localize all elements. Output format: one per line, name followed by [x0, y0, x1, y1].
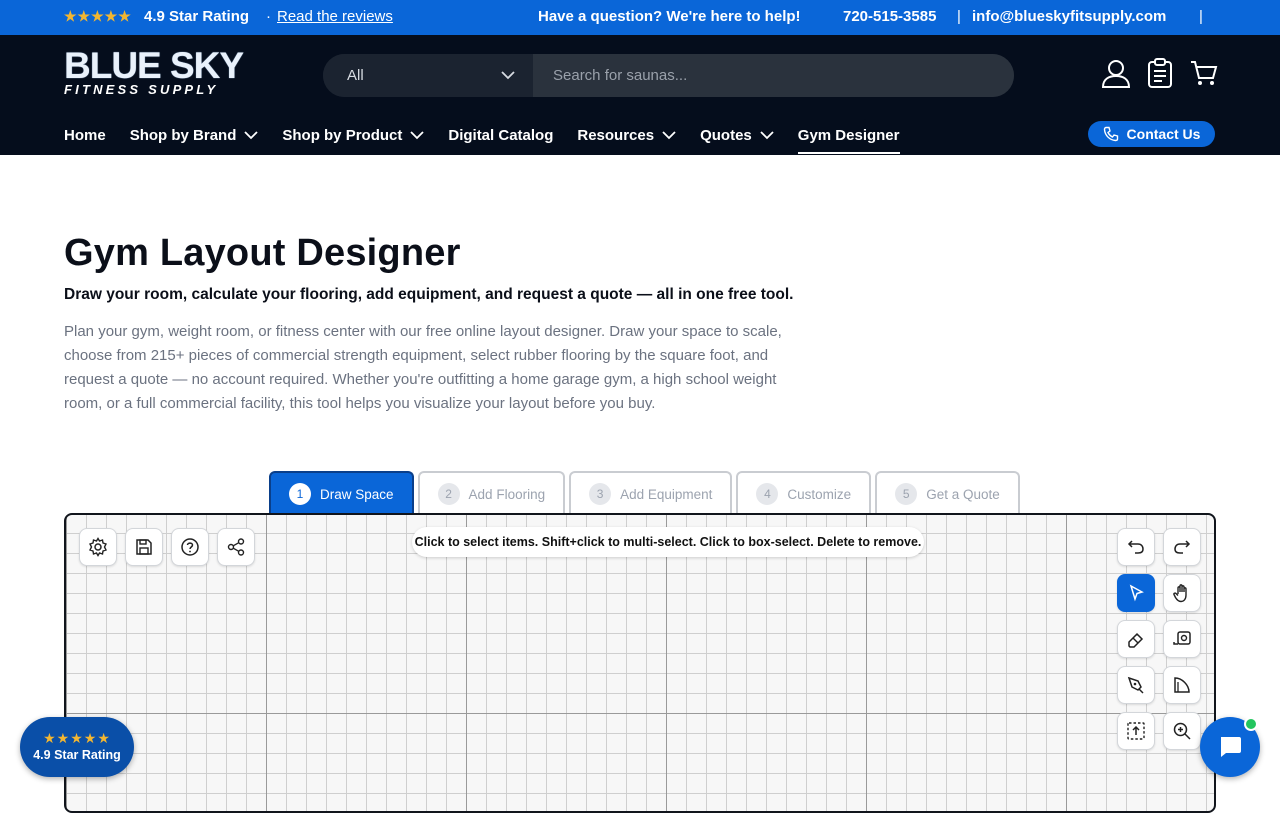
step-get-a-quote[interactable]: 5 Get a Quote	[875, 471, 1020, 515]
search-input[interactable]	[533, 54, 1014, 97]
zoom-in-button[interactable]	[1163, 712, 1201, 750]
tape-measure-icon	[1173, 631, 1191, 645]
divider: |	[957, 8, 961, 25]
eraser-icon	[1128, 632, 1144, 648]
rating-stars: ★★★★★	[64, 8, 132, 24]
step-label: Draw Space	[320, 486, 394, 502]
announcement-bar: ★★★★★ 4.9 Star Rating · Read the reviews…	[0, 0, 1280, 35]
step-customize[interactable]: 4 Customize	[736, 471, 872, 515]
nav-quotes[interactable]: Quotes	[700, 125, 774, 145]
tape-measure-tool-button[interactable]	[1163, 620, 1201, 658]
fit-view-icon	[1127, 722, 1145, 740]
step-add-flooring[interactable]: 2 Add Flooring	[417, 471, 566, 515]
email-link[interactable]: info@blueskyfitsupply.com	[972, 8, 1166, 25]
step-number: 5	[895, 483, 918, 505]
canvas-hint: Click to select items. Shift+click to mu…	[412, 527, 924, 557]
search-bar: All	[323, 54, 1014, 97]
pen-tool-button[interactable]	[1117, 666, 1155, 704]
help-text: Have a question? We're here to help!	[538, 8, 801, 25]
rating-text: 4.9 Star Rating	[144, 8, 250, 25]
badge-stars: ★★★★★	[43, 730, 111, 746]
nav-label: Resources	[577, 126, 655, 144]
pan-icon	[1173, 584, 1187, 603]
chat-icon	[1221, 737, 1241, 757]
share-button[interactable]	[217, 528, 255, 566]
chat-button[interactable]	[1200, 717, 1260, 777]
step-draw-space[interactable]: 1 Draw Space	[269, 471, 414, 515]
undo-icon	[1127, 540, 1144, 554]
separator-dot: ·	[266, 8, 271, 25]
settings-icon	[89, 537, 107, 557]
divider: |	[1199, 8, 1203, 25]
contact-us-label: Contact Us	[1126, 126, 1201, 142]
chevron-down-icon	[244, 131, 258, 140]
nav-label: Gym Designer	[797, 126, 900, 144]
online-indicator	[1244, 717, 1258, 731]
save-button[interactable]	[125, 528, 163, 566]
step-label: Customize	[787, 486, 852, 502]
step-label: Add Equipment	[620, 486, 713, 502]
chevron-down-icon	[760, 131, 774, 140]
page-title: Gym Layout Designer	[64, 232, 461, 274]
step-label: Get a Quote	[926, 486, 1000, 502]
nav-label: Digital Catalog	[448, 126, 554, 144]
help-button[interactable]	[171, 528, 209, 566]
nav-label: Quotes	[700, 126, 752, 144]
nav-digital-catalog[interactable]: Digital Catalog	[448, 125, 553, 145]
settings-button[interactable]	[79, 528, 117, 566]
chevron-down-icon	[501, 54, 515, 114]
select-tool-button[interactable]	[1117, 574, 1155, 612]
designer-steps: 1 Draw Space 2 Add Flooring 3 Add Equipm…	[269, 471, 1024, 515]
page-subtitle: Draw your room, calculate your flooring,…	[64, 286, 794, 303]
clipboard-icon[interactable]	[1144, 57, 1176, 89]
undo-button[interactable]	[1117, 528, 1155, 566]
page-description: Plan your gym, weight room, or fitness c…	[64, 323, 782, 412]
help-icon	[181, 538, 199, 556]
chevron-down-icon	[410, 131, 424, 140]
share-icon	[227, 538, 245, 556]
step-number: 2	[437, 483, 460, 505]
search-category-select[interactable]: All	[323, 54, 533, 97]
save-icon	[136, 539, 152, 555]
cart-icon[interactable]	[1188, 57, 1220, 89]
read-reviews-link[interactable]: Read the reviews	[277, 8, 393, 25]
fit-view-button[interactable]	[1117, 712, 1155, 750]
main-nav: Home Shop by Brand Shop by Product Digit…	[64, 125, 924, 155]
step-add-equipment[interactable]: 3 Add Equipment	[569, 471, 733, 515]
phone-icon	[1103, 126, 1118, 142]
search-category-value: All	[347, 67, 364, 84]
step-number: 1	[289, 483, 311, 505]
wall-corner-icon	[1174, 677, 1190, 693]
badge-text: 4.9 Star Rating	[33, 748, 121, 762]
pen-icon	[1127, 676, 1144, 694]
nav-label: Home	[64, 126, 106, 144]
nav-gym-designer[interactable]: Gym Designer	[797, 125, 900, 154]
nav-shop-by-product[interactable]: Shop by Product	[282, 125, 424, 145]
nav-home[interactable]: Home	[64, 125, 106, 145]
redo-icon	[1174, 540, 1191, 554]
step-number: 3	[589, 483, 612, 505]
phone-link[interactable]: 720-515-3585	[843, 8, 936, 25]
select-icon	[1129, 584, 1144, 602]
pan-tool-button[interactable]	[1163, 574, 1201, 612]
logo-title: BLUE SKY	[64, 45, 244, 86]
site-header: BLUE SKY FITNESS SUPPLY All Home Shop by…	[0, 35, 1280, 155]
wall-corner-tool-button[interactable]	[1163, 666, 1201, 704]
step-label: Add Flooring	[468, 486, 546, 502]
nav-label: Shop by Product	[282, 126, 403, 144]
logo[interactable]: BLUE SKY FITNESS SUPPLY	[64, 45, 254, 99]
design-canvas[interactable]: Click to select items. Shift+click to mu…	[64, 513, 1216, 813]
nav-shop-by-brand[interactable]: Shop by Brand	[130, 125, 259, 145]
nav-label: Shop by Brand	[129, 126, 237, 144]
step-number: 4	[756, 483, 779, 505]
chevron-down-icon	[662, 131, 676, 140]
nav-resources[interactable]: Resources	[577, 125, 676, 145]
rating-badge[interactable]: ★★★★★ 4.9 Star Rating	[20, 717, 134, 777]
eraser-tool-button[interactable]	[1117, 620, 1155, 658]
redo-button[interactable]	[1163, 528, 1201, 566]
account-icon[interactable]	[1100, 57, 1132, 89]
zoom-in-icon	[1173, 722, 1191, 740]
contact-us-button[interactable]: Contact Us	[1088, 121, 1215, 147]
